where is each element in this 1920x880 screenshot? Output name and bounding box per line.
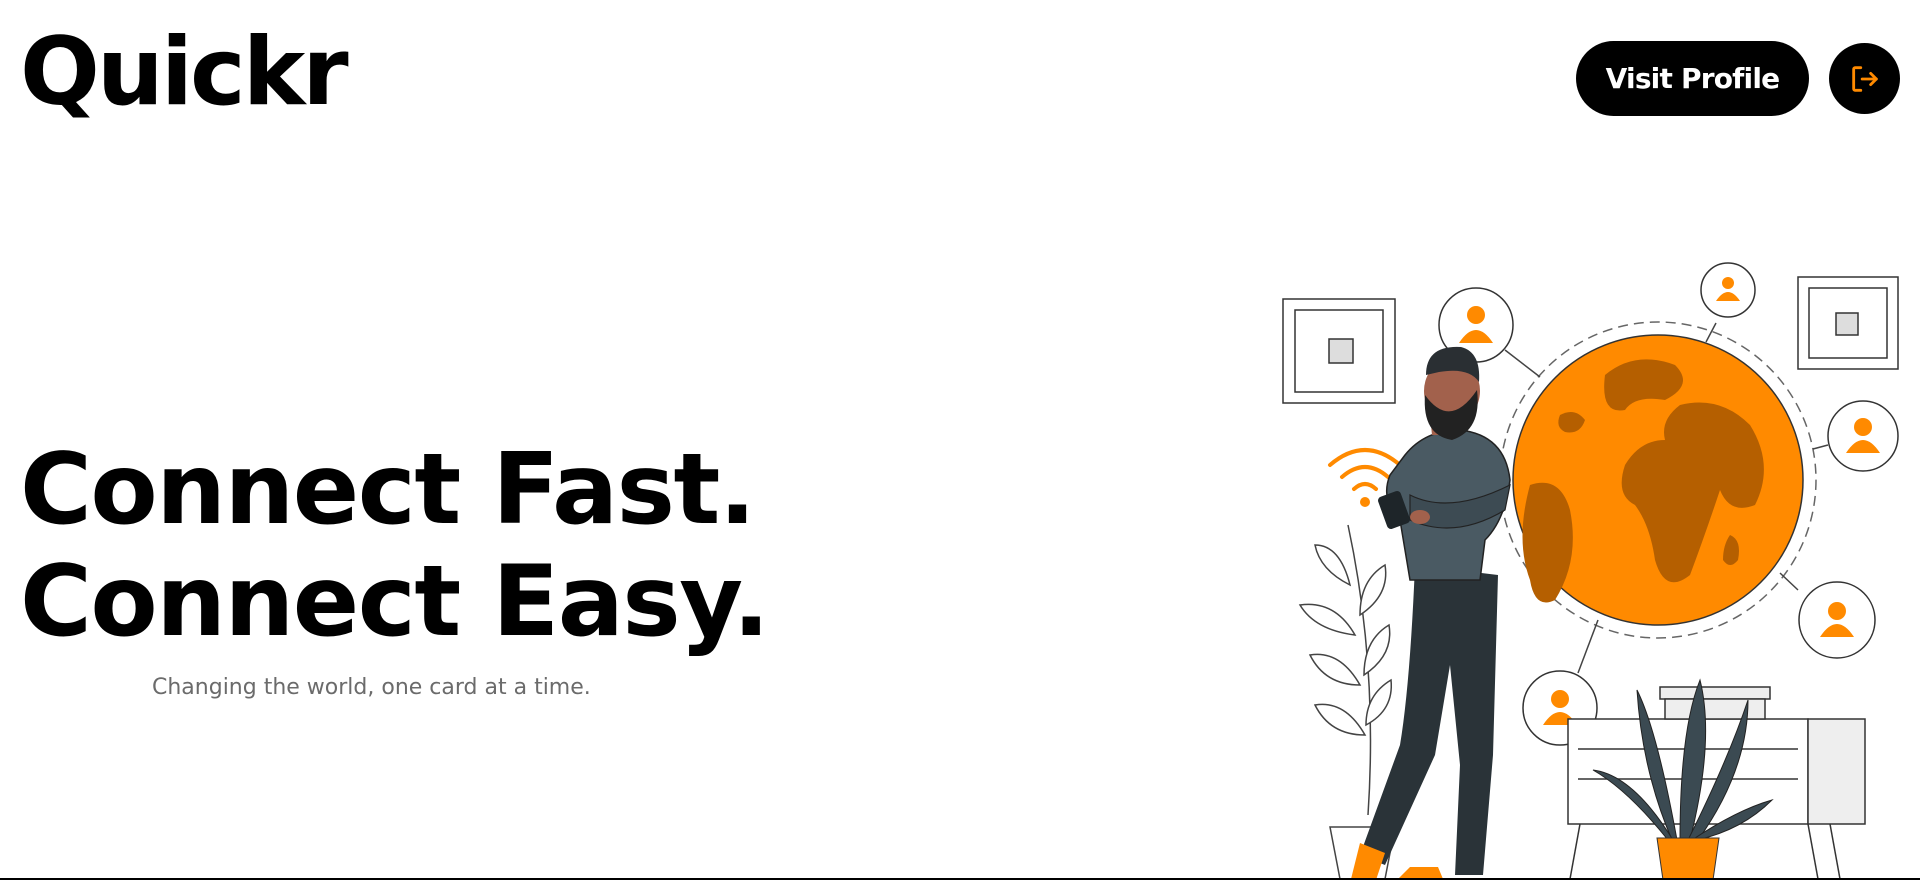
- hero-headline: Connect Fast. Connect Easy.: [20, 433, 770, 659]
- wall-frame-right: [1797, 276, 1899, 370]
- man-figure: [1350, 346, 1511, 880]
- hero-illustration: [1282, 262, 1899, 880]
- wall-frame-left: [1282, 298, 1396, 404]
- landing-page: Quickr Visit Profile Connect Fast. Conne…: [0, 0, 1920, 880]
- headline-line-2: Connect Easy.: [20, 545, 770, 659]
- visit-profile-button[interactable]: Visit Profile: [1576, 41, 1809, 116]
- logout-icon: [1851, 65, 1878, 92]
- logo[interactable]: Quickr: [20, 26, 349, 120]
- headline-line-1: Connect Fast.: [20, 433, 756, 547]
- globe-icon: [1512, 334, 1804, 626]
- logout-button[interactable]: [1829, 43, 1900, 114]
- hero-tagline: Changing the world, one card at a time.: [152, 675, 591, 700]
